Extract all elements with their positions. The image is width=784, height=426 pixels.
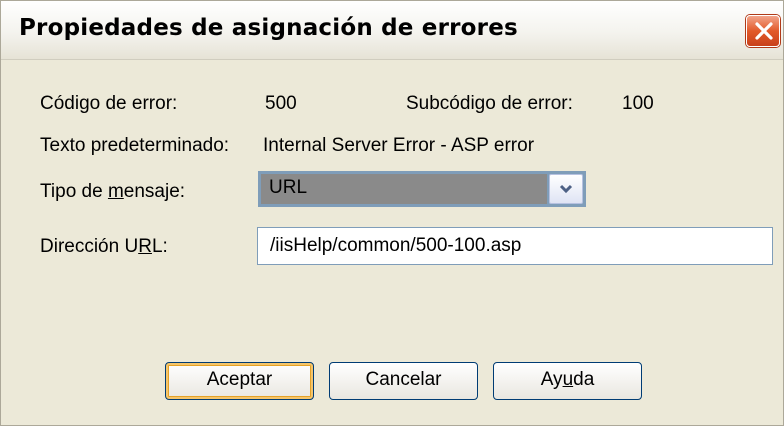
help-label-pre: Ay <box>540 369 563 390</box>
message-type-label-pre: Tipo de <box>40 181 108 202</box>
error-code-label: Código de error: <box>40 93 178 114</box>
help-label-accesskey: u <box>562 369 574 390</box>
url-label-post: L: <box>151 236 168 257</box>
dropdown-button[interactable] <box>549 174 583 204</box>
message-type-value: URL <box>269 177 308 198</box>
chevron-down-icon <box>559 184 573 194</box>
message-type-label-post: ensaje: <box>123 181 186 202</box>
url-input-value: /iisHelp/common/500-100.asp <box>270 235 522 256</box>
default-text-value: Internal Server Error - ASP error <box>263 135 535 156</box>
error-code-value: 500 <box>265 93 297 114</box>
url-input[interactable]: /iisHelp/common/500-100.asp <box>257 227 773 265</box>
window-title: Propiedades de asignación de errores <box>19 15 518 41</box>
help-button[interactable]: Ayuda <box>493 362 642 400</box>
message-type-selected: URL <box>261 174 547 204</box>
url-label: Dirección URL: <box>40 236 168 258</box>
title-bar[interactable]: Propiedades de asignación de errores <box>1 1 783 60</box>
close-button[interactable] <box>746 15 780 47</box>
url-label-pre: Dirección U <box>40 236 139 257</box>
ok-button[interactable]: Aceptar <box>165 362 314 400</box>
cancel-button[interactable]: Cancelar <box>329 362 478 400</box>
close-icon <box>755 22 773 40</box>
url-label-accesskey: R <box>138 236 152 257</box>
subcode-label: Subcódigo de error: <box>406 93 573 114</box>
default-text-label: Texto predeterminado: <box>40 135 230 156</box>
subcode-value: 100 <box>622 93 654 114</box>
message-type-label-accesskey: m <box>107 181 124 202</box>
help-label-post: da <box>573 369 595 390</box>
message-type-label: Tipo de mensaje: <box>40 181 185 203</box>
message-type-select[interactable]: URL <box>258 171 586 207</box>
error-mapping-dialog: Propiedades de asignación de errores Cód… <box>0 0 784 426</box>
